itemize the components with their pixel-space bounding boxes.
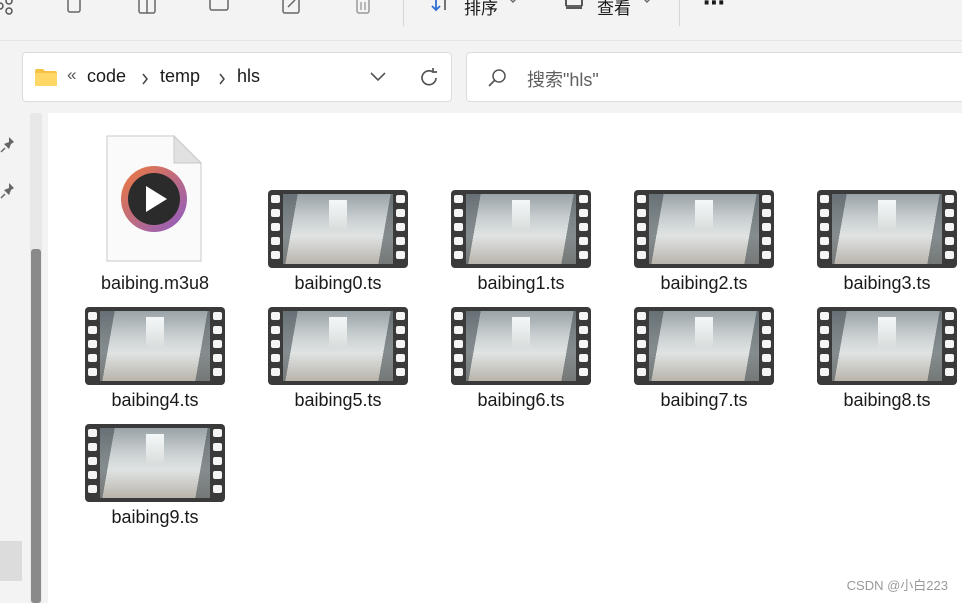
- chevron-down-icon[interactable]: [369, 71, 387, 83]
- video-thumbnail-icon: [451, 307, 591, 385]
- more-options-button[interactable]: ⋯: [703, 0, 725, 16]
- chevron-down-icon[interactable]: [640, 0, 654, 16]
- file-item[interactable]: baibing2.ts: [624, 156, 784, 293]
- file-item[interactable]: baibing0.ts: [258, 156, 418, 293]
- refresh-icon[interactable]: [418, 67, 440, 89]
- video-thumbnail-icon: [634, 190, 774, 268]
- file-name: baibing8.ts: [843, 390, 931, 410]
- file-item[interactable]: baibing7.ts: [624, 273, 784, 410]
- share-out-icon[interactable]: [280, 0, 302, 16]
- file-item[interactable]: baibing8.ts: [807, 273, 962, 410]
- sort-button[interactable]: 排序: [464, 0, 498, 19]
- pin-icon[interactable]: [0, 135, 18, 153]
- breadcrumb-hls[interactable]: hls: [237, 66, 260, 87]
- video-thumbnail-icon: [85, 424, 225, 502]
- watermark: CSDN @小白223: [846, 578, 948, 593]
- address-bar[interactable]: « code temp hls: [22, 52, 452, 102]
- chevron-right-icon: [142, 73, 148, 85]
- breadcrumb-overflow[interactable]: «: [67, 65, 76, 85]
- share-icon[interactable]: [0, 0, 16, 16]
- video-thumbnail-icon: [268, 307, 408, 385]
- delete-icon[interactable]: [352, 0, 374, 16]
- file-name: baibing5.ts: [294, 390, 382, 410]
- chevron-right-icon: [219, 73, 225, 85]
- video-thumbnail-icon: [634, 307, 774, 385]
- search-box[interactable]: 搜索"hls": [466, 52, 962, 102]
- file-name: baibing9.ts: [111, 507, 199, 527]
- chevron-down-icon[interactable]: [506, 0, 520, 16]
- view-icon[interactable]: [564, 0, 586, 16]
- paste-icon[interactable]: [136, 0, 158, 16]
- navigation-pane: [0, 113, 48, 603]
- search-input[interactable]: 搜索"hls": [527, 66, 599, 92]
- scrollbar-thumb[interactable]: [31, 249, 41, 603]
- nav-item-selected[interactable]: [0, 541, 22, 581]
- rename-icon[interactable]: [208, 0, 230, 16]
- file-item[interactable]: baibing6.ts: [441, 273, 601, 410]
- pin-icon[interactable]: [0, 181, 18, 199]
- search-icon: [488, 69, 506, 87]
- address-row: « code temp hls 搜索"hls": [0, 41, 962, 113]
- breadcrumb-code[interactable]: code: [87, 66, 126, 87]
- breadcrumb-temp[interactable]: temp: [160, 66, 200, 87]
- command-bar: 排序 查看 ⋯: [0, 0, 962, 41]
- file-item[interactable]: baibing4.ts: [75, 273, 235, 410]
- view-button[interactable]: 查看: [597, 0, 631, 19]
- video-thumbnail-icon: [451, 190, 591, 268]
- toolbar-divider: [403, 0, 404, 26]
- file-item[interactable]: baibing3.ts: [807, 156, 962, 293]
- file-name: baibing6.ts: [477, 390, 565, 410]
- video-thumbnail-icon: [817, 190, 957, 268]
- toolbar-divider: [679, 0, 680, 26]
- file-name: baibing7.ts: [660, 390, 748, 410]
- file-item[interactable]: baibing5.ts: [258, 273, 418, 410]
- file-view: baibing.m3u8 baibing0.ts baibing1.ts bai…: [48, 113, 962, 603]
- copy-icon[interactable]: [64, 0, 86, 16]
- file-item[interactable]: baibing1.ts: [441, 156, 601, 293]
- play-file-icon: [106, 135, 202, 262]
- file-item[interactable]: baibing.m3u8: [75, 133, 235, 293]
- folder-icon: [35, 69, 57, 86]
- file-item[interactable]: baibing9.ts: [75, 390, 235, 527]
- video-thumbnail-icon: [817, 307, 957, 385]
- sort-icon[interactable]: [430, 0, 452, 16]
- video-thumbnail-icon: [85, 307, 225, 385]
- video-thumbnail-icon: [268, 190, 408, 268]
